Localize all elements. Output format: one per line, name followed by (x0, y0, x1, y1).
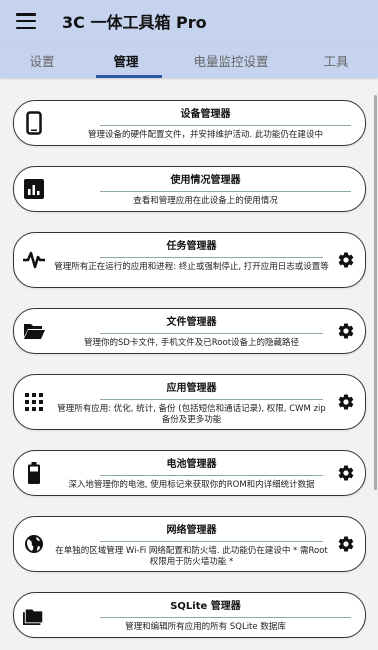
card-battery-manager[interactable]: 电池管理器 深入地管理你的电池, 使用标记来获取你的ROM和内详细统计数据 (13, 450, 366, 496)
card-title: 使用情况管理器 (170, 175, 241, 186)
divider (100, 399, 323, 400)
card-description: 管理和编辑所有应用的所有 SQLite 数据库 (125, 622, 286, 632)
card-description: 深入地管理你的电池, 使用标记来获取你的ROM和内详细统计数据 (68, 480, 315, 490)
battery-icon (23, 462, 45, 484)
card-task-manager[interactable]: 任务管理器 管理所有正在运行的应用和进程: 终止或强制停止, 打开应用日志或设置… (13, 232, 366, 288)
divider (100, 191, 351, 192)
card-title: 应用管理器 (166, 383, 217, 394)
apps-grid-icon (23, 391, 45, 413)
gear-icon[interactable] (333, 318, 359, 344)
card-title: 网络管理器 (166, 525, 217, 536)
card-usage-manager[interactable]: 使用情况管理器 查看和管理应用在此设备上的使用情况 (13, 166, 366, 212)
globe-icon (23, 533, 45, 555)
scrollbar[interactable] (374, 95, 377, 490)
phone-icon (23, 111, 45, 135)
card-description: 查看和管理应用在此设备上的使用情况 (133, 196, 278, 206)
app-bar: 3C 一体工具箱 Pro (0, 0, 378, 42)
divider (100, 125, 351, 126)
card-title: 设备管理器 (180, 109, 231, 120)
gear-icon[interactable] (333, 247, 359, 273)
tab-manage[interactable]: 管理 (84, 42, 168, 78)
card-title: SQLite 管理器 (170, 601, 241, 612)
folder-icon (23, 604, 45, 626)
card-title: 任务管理器 (166, 241, 217, 252)
card-description: 管理所有应用: 优化, 统计, 备份 (包括短信和通话记录), 权限, CWM … (57, 404, 326, 425)
divider (100, 617, 351, 618)
tab-settings[interactable]: 设置 (0, 42, 84, 78)
pulse-icon (23, 249, 45, 271)
card-title: 电池管理器 (166, 459, 217, 470)
card-sqlite-manager[interactable]: SQLite 管理器 管理和编辑所有应用的所有 SQLite 数据库 (13, 592, 366, 638)
card-network-manager[interactable]: 网络管理器 在单独的区域管理 Wi-Fi 网络配置和防火墙. 此功能仍在建设中 … (13, 516, 366, 572)
divider (100, 257, 323, 258)
card-device-manager[interactable]: 设备管理器 管理设备的硬件配置文件，并安排维护活动. 此功能仍在建设中 (13, 100, 366, 146)
menu-icon[interactable] (16, 13, 36, 29)
divider (100, 475, 323, 476)
divider (100, 541, 323, 542)
card-file-manager[interactable]: 文件管理器 管理你的SD卡文件, 手机文件及已Root设备上的隐藏路径 (13, 308, 366, 354)
card-description: 在单独的区域管理 Wi-Fi 网络配置和防火墙. 此功能仍在建设中 * 需Roo… (55, 546, 328, 567)
card-app-manager[interactable]: 应用管理器 管理所有应用: 优化, 统计, 备份 (包括短信和通话记录), 权限… (13, 374, 366, 430)
card-description: 管理所有正在运行的应用和进程: 终止或强制停止, 打开应用日志或设置等 (54, 262, 329, 272)
card-title: 文件管理器 (166, 317, 217, 328)
gear-icon[interactable] (333, 460, 359, 486)
tab-bar: 设置 管理 电量监控设置 工具 (0, 42, 378, 78)
tab-battery-monitor-settings[interactable]: 电量监控设置 (168, 42, 294, 78)
gear-icon[interactable] (333, 531, 359, 557)
bar-chart-icon (23, 178, 45, 200)
divider (100, 333, 323, 334)
folder-open-icon (23, 320, 45, 342)
gear-icon[interactable] (333, 389, 359, 415)
card-description: 管理你的SD卡文件, 手机文件及已Root设备上的隐藏路径 (83, 338, 300, 348)
tab-tools[interactable]: 工具 (294, 42, 378, 78)
app-title: 3C 一体工具箱 Pro (62, 13, 207, 32)
card-description: 管理设备的硬件配置文件，并安排维护活动. 此功能仍在建设中 (88, 130, 323, 140)
